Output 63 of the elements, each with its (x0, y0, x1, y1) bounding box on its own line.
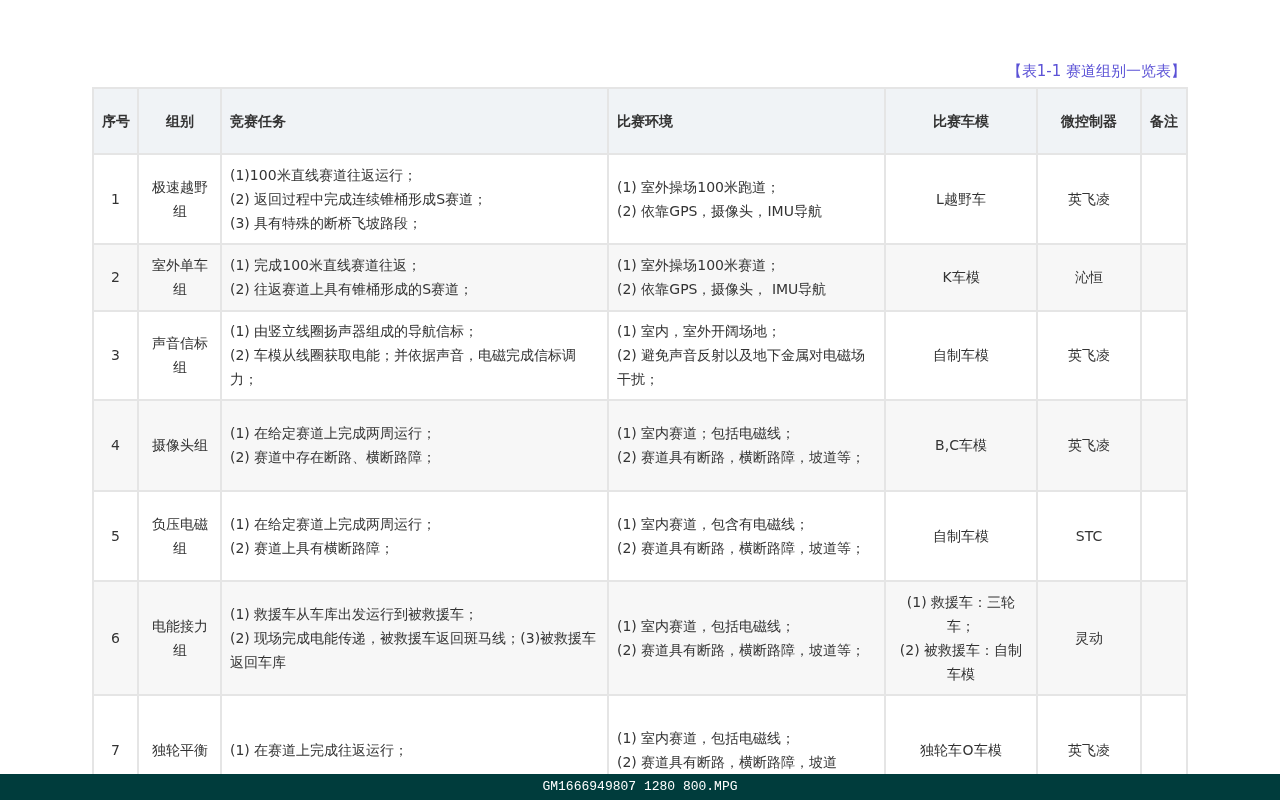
environment-line: (1) 室内赛道，包括电磁线； (617, 728, 797, 748)
car-model-line: 自制车模 (932, 526, 990, 546)
car-model-line: B,C车模 (934, 436, 988, 455)
car-model-line: 独轮车O车模 (919, 740, 1003, 760)
car-model-line: K车模 (941, 268, 981, 287)
file-name: GM1666949807 1280 800.MPG (542, 778, 738, 797)
car-model-line: (2) 被救援车：自制车模 (898, 640, 1024, 684)
environment-line: (1) 室内赛道；包括电磁线； (617, 424, 797, 443)
environment-line: (1) 室内赛道，包含有电磁线； (617, 514, 811, 534)
column-header: 微控制器 (1037, 87, 1141, 154)
environment-line: (2) 赛道具有断路，横断路障，坡道等； (617, 640, 867, 660)
task-line: (1)100米直线赛道往返运行； (230, 165, 418, 185)
task-line: (2) 赛道中存在断路、横断路障； (230, 448, 438, 467)
table-cell: 沁恒 (1037, 243, 1141, 311)
task-line: (2) 返回过程中完成连续锥桶形成S赛道； (230, 189, 489, 209)
table-cell: 5 (93, 490, 138, 581)
table-cell: 灵动 (1037, 580, 1141, 695)
task-line: (1) 在赛道上完成往返运行； (230, 740, 410, 760)
column-header: 组别 (138, 87, 221, 154)
column-header: 竞赛任务 (221, 87, 608, 154)
task-line: (3) 具有特殊的断桥飞坡路段； (230, 213, 424, 233)
environment-line: (1) 室内赛道，包括电磁线； (617, 616, 797, 636)
table-cell: 摄像头组 (138, 399, 221, 491)
task-line: (1) 在给定赛道上完成两周运行； (230, 514, 438, 534)
table-cell: 2 (93, 243, 138, 311)
table-cell: 6 (93, 580, 138, 695)
column-header: 序号 (93, 87, 138, 154)
table-cell: 电能接力组 (138, 580, 221, 695)
task-line: (1) 救援车从车库出发运行到被救援车； (230, 604, 480, 624)
task-line: (2) 车模从线圈获取电能；并依据声音，电磁完成信标调力； (230, 346, 578, 389)
column-header: 比赛环境 (608, 87, 885, 154)
environment-line: (1) 室外操场100米跑道； (617, 177, 781, 197)
environment-line: (2) 避免声音反射以及地下金属对电磁场干扰； (617, 346, 867, 389)
environment-line: (1) 室外操场100米赛道； (617, 256, 781, 275)
column-header: 比赛车模 (885, 87, 1037, 154)
task-line: (1) 完成100米直线赛道往返； (230, 256, 422, 275)
table-cell: 3 (93, 310, 138, 400)
table-cell: 声音信标组 (138, 310, 221, 400)
task-line: (2) 现场完成电能传递，被救援车返回斑马线；(3)被救援车返回车库 (230, 628, 598, 672)
column-header: 备注 (1141, 87, 1187, 154)
task-line: (1) 由竖立线圈扬声器组成的导航信标； (230, 322, 480, 341)
task-line: (2) 往返赛道上具有锥桶形成的S赛道； (230, 280, 475, 299)
environment-line: (1) 室内，室外开阔场地； (617, 322, 783, 341)
car-model-line: (1) 救援车：三轮车； (905, 592, 1017, 636)
table-cell: 极速越野组 (138, 153, 221, 244)
table-cell: 英飞凌 (1037, 310, 1141, 400)
environment-line: (2) 依靠GPS，摄像头， IMU导航 (617, 280, 828, 299)
environment-line: (2) 赛道具有断路，横断路障，坡道等； (617, 448, 867, 467)
table-cell: 1 (93, 153, 138, 244)
task-line: (2) 赛道上具有横断路障； (230, 538, 396, 558)
table-cell: 室外单车组 (138, 243, 221, 311)
environment-line: (2) 赛道具有断路，横断路障，坡道等； (617, 538, 867, 558)
car-model-line: L越野车 (935, 189, 987, 209)
environment-line: (2) 依靠GPS，摄像头，IMU导航 (617, 201, 823, 221)
car-model-line: 自制车模 (932, 346, 990, 365)
table-cell: 英飞凌 (1037, 399, 1141, 491)
environment-line: (2) 赛道具有断路，横断路障，坡道 (617, 752, 839, 772)
table-caption: 【表1-1 赛道组别一览表】 (1006, 61, 1186, 82)
table-cell: STC (1037, 490, 1141, 581)
table-cell: 英飞凌 (1037, 153, 1141, 244)
task-line: (1) 在给定赛道上完成两周运行； (230, 424, 438, 443)
table-cell: 4 (93, 399, 138, 491)
table-cell: 负压电磁组 (138, 490, 221, 581)
